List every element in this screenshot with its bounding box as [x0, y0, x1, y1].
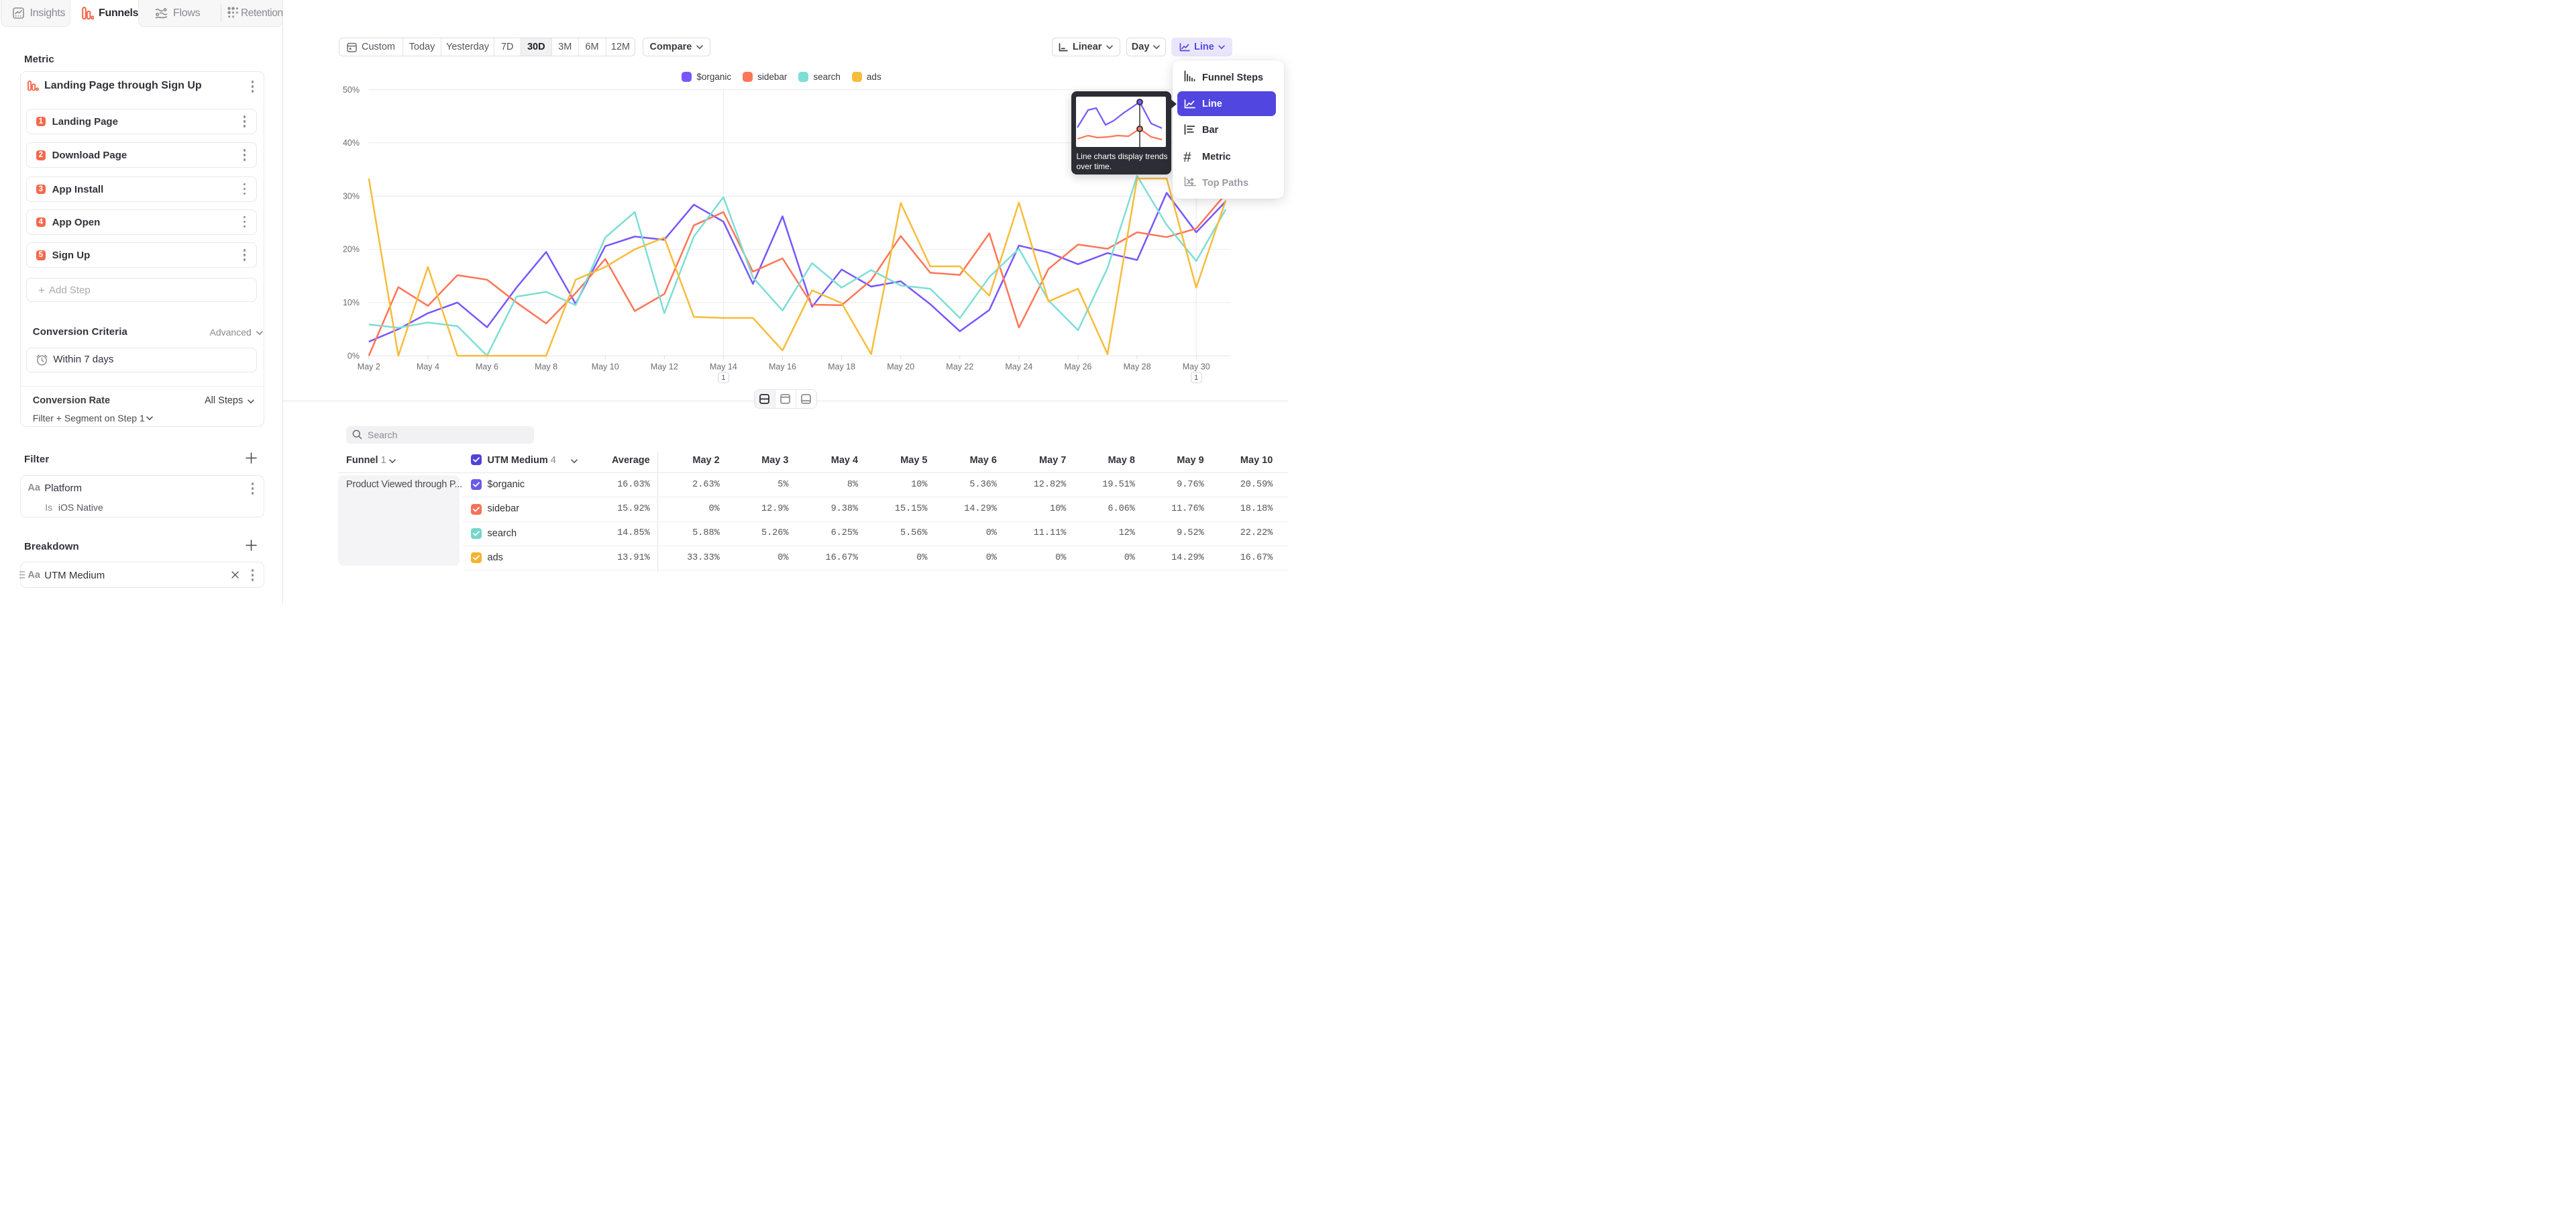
- svg-text:10%: 10%: [343, 298, 360, 307]
- svg-text:20%: 20%: [343, 245, 360, 254]
- svg-text:30%: 30%: [343, 191, 360, 201]
- svg-text:May 10: May 10: [592, 362, 619, 372]
- svg-text:0%: 0%: [347, 351, 360, 360]
- svg-text:50%: 50%: [343, 85, 360, 95]
- svg-text:May 30: May 30: [1183, 362, 1210, 372]
- svg-text:May 2: May 2: [358, 362, 380, 372]
- svg-text:May 16: May 16: [769, 362, 796, 372]
- svg-text:May 24: May 24: [1005, 362, 1032, 372]
- svg-text:May 18: May 18: [828, 362, 855, 372]
- svg-text:May 4: May 4: [417, 362, 439, 372]
- svg-text:May 8: May 8: [535, 362, 557, 372]
- svg-text:May 28: May 28: [1124, 362, 1151, 372]
- svg-text:May 12: May 12: [651, 362, 678, 372]
- svg-text:May 6: May 6: [476, 362, 498, 372]
- svg-text:May 20: May 20: [887, 362, 914, 372]
- svg-text:May 14: May 14: [710, 362, 737, 372]
- svg-text:May 26: May 26: [1065, 362, 1092, 372]
- svg-text:May 22: May 22: [946, 362, 973, 372]
- svg-text:40%: 40%: [343, 138, 360, 148]
